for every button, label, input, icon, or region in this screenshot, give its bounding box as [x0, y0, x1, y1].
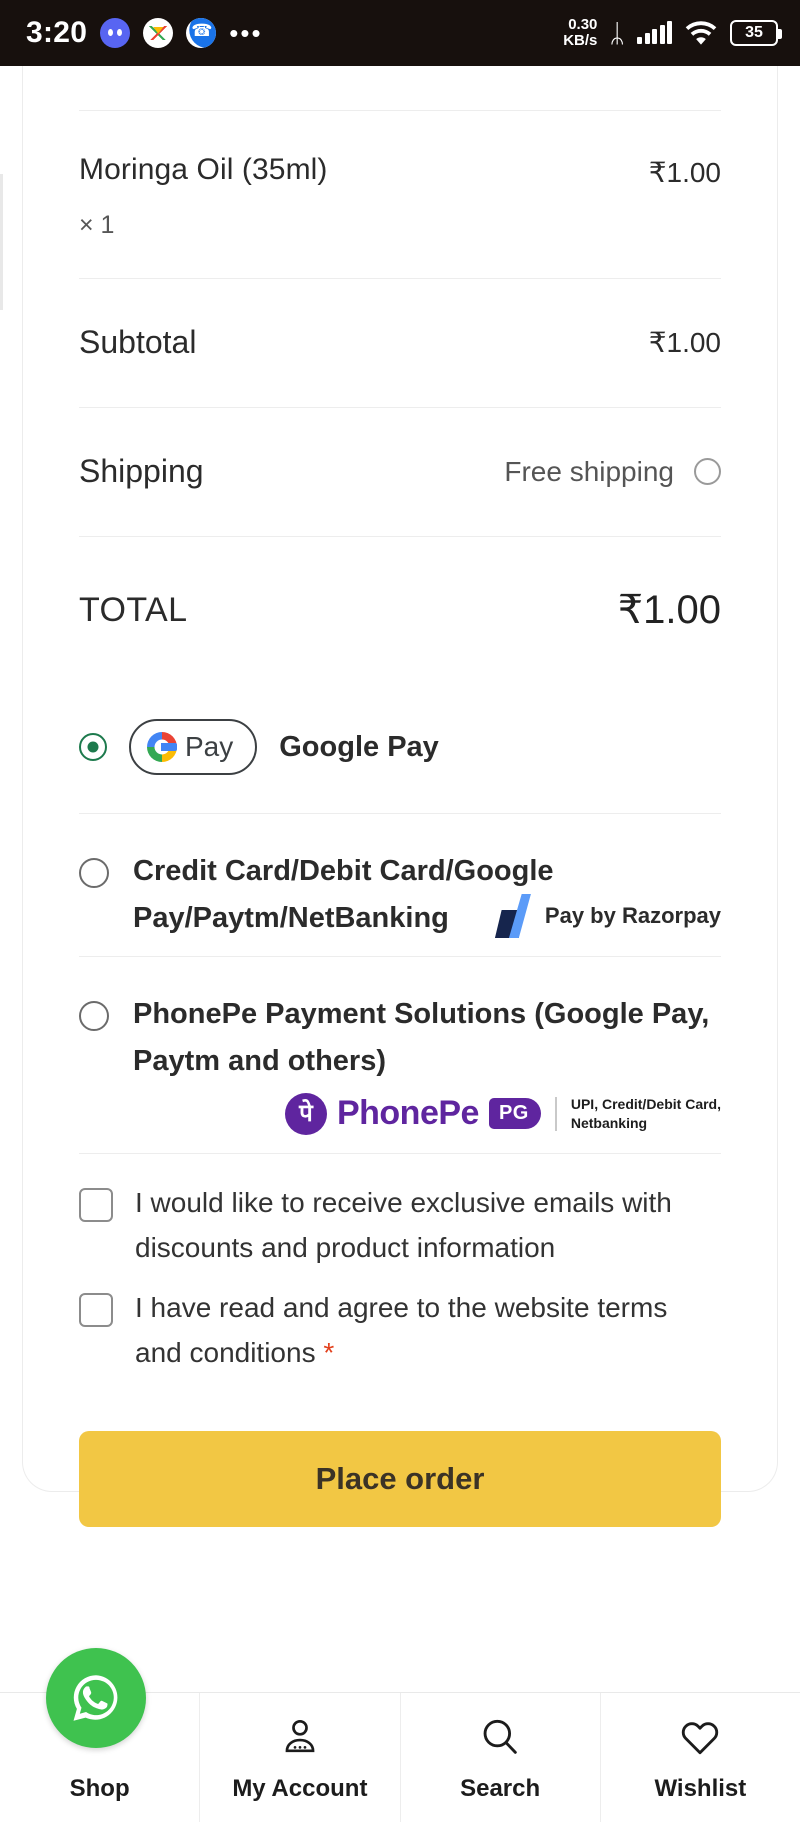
page-edge-marker	[0, 174, 3, 310]
gpay-logo: Pay	[129, 719, 258, 775]
phonepe-brand-divider	[554, 1096, 557, 1131]
phonepe-icon: पे	[284, 1092, 327, 1135]
free-shipping-radio[interactable]	[694, 458, 721, 485]
status-bar: 3:20 ••• 0.30 KB/s ᛦ 35	[0, 0, 800, 66]
discord-icon	[100, 18, 131, 48]
consent-row[interactable]: I have read and agree to the website ter…	[79, 1285, 721, 1390]
free-shipping-label: Free shipping	[504, 455, 674, 487]
nav-label-my-account: My Account	[232, 1774, 368, 1802]
nav-label-wishlist: Wishlist	[654, 1774, 747, 1802]
consent-row[interactable]: I would like to receive exclusive emails…	[79, 1180, 721, 1285]
wifi-icon	[685, 21, 717, 45]
phonepe-radio[interactable]	[79, 1000, 109, 1031]
battery-icon: 35	[730, 20, 782, 46]
status-bar-right: 0.30 KB/s ᛦ 35	[563, 16, 782, 49]
google-g-icon	[147, 732, 177, 762]
heart-icon	[677, 1713, 723, 1761]
total-row: TOTAL ₹1.00	[79, 537, 721, 685]
payment-option-phonepe[interactable]: PhonePe Payment Solutions (Google Pay, P…	[79, 957, 721, 1153]
razorpay-brand-text: Pay by Razorpay	[544, 902, 721, 928]
network-speed: 0.30 KB/s	[563, 16, 598, 49]
subtotal-label: Subtotal	[79, 324, 197, 360]
gpay-badge-text: Pay	[185, 731, 234, 762]
order-item-quantity: × 1	[79, 211, 115, 239]
status-overflow-icon: •••	[229, 18, 263, 48]
total-label: TOTAL	[79, 590, 188, 629]
order-item-name: Moringa Oil (35ml)	[79, 153, 328, 186]
subtotal-value: ₹1.00	[648, 327, 721, 358]
payment-option-razorpay[interactable]: Credit Card/Debit Card/Google Pay/Paytm/…	[79, 814, 721, 956]
bottom-navigation: Shop My Account Search Wishlist	[0, 1648, 800, 1822]
status-bar-left: 3:20 •••	[26, 16, 263, 50]
shipping-options: Free shipping	[504, 456, 721, 488]
subtotal-row: Subtotal ₹1.00	[79, 279, 721, 407]
consent-list: I would like to receive exclusive emails…	[79, 1154, 721, 1389]
payment-option-google-pay[interactable]: Pay Google Pay	[79, 685, 721, 813]
nav-item-my-account[interactable]: My Account	[200, 1693, 401, 1822]
nav-label-search: Search	[460, 1774, 541, 1802]
status-clock: 3:20	[26, 16, 88, 49]
search-icon	[477, 1713, 523, 1761]
razorpay-icon	[494, 893, 531, 938]
terms-checkbox[interactable]	[79, 1292, 113, 1327]
nav-item-search[interactable]: Search	[401, 1693, 601, 1822]
bluetooth-icon: ᛦ	[609, 18, 625, 48]
whatsapp-icon[interactable]	[46, 1648, 146, 1748]
shipping-label: Shipping	[79, 453, 204, 489]
required-asterisk: *	[323, 1336, 335, 1368]
signal-icon	[637, 21, 672, 44]
marketing-emails-label: I would like to receive exclusive emails…	[135, 1186, 672, 1264]
phonepe-brand-word: PhonePe	[336, 1094, 479, 1133]
marketing-emails-checkbox[interactable]	[79, 1187, 113, 1222]
phonepe-brand-subtext: UPI, Credit/Debit Card, Netbanking	[570, 1095, 721, 1131]
razorpay-radio[interactable]	[79, 858, 109, 888]
phonepe-pg-badge: PG	[488, 1098, 541, 1130]
shipping-row: Shipping Free shipping	[79, 408, 721, 536]
checkout-page: Moringa Oil (35ml) ₹1.00 × 1 Subtotal ₹1…	[0, 66, 800, 1822]
nav-item-wishlist[interactable]: Wishlist	[601, 1693, 800, 1822]
phonepe-label: PhonePe Payment Solutions (Google Pay, P…	[133, 997, 710, 1077]
order-item-price: ₹1.00	[648, 157, 721, 188]
phone-icon	[186, 18, 217, 48]
person-icon	[277, 1713, 323, 1761]
order-review-card: Moringa Oil (35ml) ₹1.00 × 1 Subtotal ₹1…	[22, 66, 778, 1528]
gmail-icon	[143, 18, 174, 48]
phonepe-brand: पे PhonePe PG UPI, Credit/Debit Card, Ne…	[79, 1092, 721, 1135]
google-pay-radio[interactable]	[79, 733, 107, 761]
google-pay-label: Google Pay	[279, 730, 439, 763]
place-order-button[interactable]: Place order	[79, 1431, 721, 1528]
whatsapp-glyph-icon	[73, 1675, 118, 1721]
order-item-row: Moringa Oil (35ml) ₹1.00 × 1	[79, 111, 721, 278]
nav-item-shop[interactable]: Shop	[0, 1648, 201, 1822]
terms-label: I have read and agree to the website ter…	[135, 1291, 668, 1368]
total-value: ₹1.00	[617, 588, 721, 632]
nav-label-shop: Shop	[69, 1774, 130, 1802]
